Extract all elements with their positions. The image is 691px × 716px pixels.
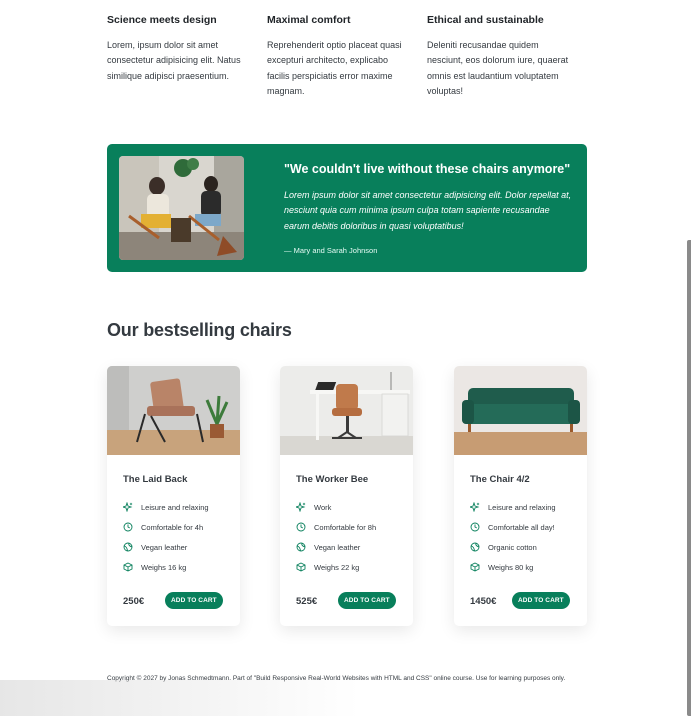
leaf-globe-icon bbox=[470, 542, 480, 552]
product-price: 250€ bbox=[123, 596, 145, 607]
attribute-text: Leisure and relaxing bbox=[488, 502, 556, 512]
testimonial-title: "We couldn't live without these chairs a… bbox=[284, 162, 571, 176]
feature-ethical: Ethical and sustainable Deleniti recusan… bbox=[427, 14, 587, 100]
list-item: Comfortable for 4h bbox=[123, 517, 209, 537]
clock-icon bbox=[470, 522, 480, 532]
list-item: Leisure and relaxing bbox=[123, 497, 209, 517]
product-attributes: Work Comfortable for 8h Vegan leather We… bbox=[296, 497, 376, 577]
product-image bbox=[280, 366, 413, 455]
scrollbar[interactable] bbox=[687, 240, 691, 716]
attribute-text: Organic cotton bbox=[488, 542, 537, 552]
product-name: The Laid Back bbox=[123, 474, 188, 485]
feature-text: Lorem, ipsum dolor sit amet consectetur … bbox=[107, 39, 241, 81]
feature-text: Deleniti recusandae quidem nesciunt, eos… bbox=[427, 39, 569, 97]
feature-comfort: Maximal comfort Reprehenderit optio plac… bbox=[267, 14, 427, 100]
product-price: 525€ bbox=[296, 596, 318, 607]
product-attributes: Leisure and relaxing Comfortable for 4h … bbox=[123, 497, 209, 577]
product-image bbox=[107, 366, 240, 455]
list-item: Organic cotton bbox=[470, 537, 556, 557]
list-item: Comfortable for 8h bbox=[296, 517, 376, 537]
testimonial-author: — Mary and Sarah Johnson bbox=[284, 246, 378, 255]
list-item: Weighs 22 kg bbox=[296, 557, 376, 577]
product-name: The Chair 4/2 bbox=[470, 474, 530, 485]
cube-icon bbox=[296, 562, 306, 572]
attribute-text: Work bbox=[314, 502, 332, 512]
feature-title: Maximal comfort bbox=[267, 14, 351, 26]
product-image bbox=[454, 366, 587, 455]
attribute-text: Weighs 80 kg bbox=[488, 562, 534, 572]
list-item: Weighs 16 kg bbox=[123, 557, 209, 577]
list-item: Work bbox=[296, 497, 376, 517]
feature-science: Science meets design Lorem, ipsum dolor … bbox=[107, 14, 267, 100]
add-to-cart-button[interactable]: ADD TO CART bbox=[338, 592, 396, 609]
clock-icon bbox=[296, 522, 306, 532]
cube-icon bbox=[123, 562, 133, 572]
product-grid: The Laid Back Leisure and relaxing Comfo… bbox=[107, 366, 587, 626]
attribute-text: Comfortable all day! bbox=[488, 522, 555, 532]
features-section: Science meets design Lorem, ipsum dolor … bbox=[107, 14, 587, 100]
attribute-text: Weighs 16 kg bbox=[141, 562, 187, 572]
sparkles-icon bbox=[296, 502, 306, 512]
attribute-text: Comfortable for 8h bbox=[314, 522, 377, 532]
add-to-cart-button[interactable]: ADD TO CART bbox=[165, 592, 223, 609]
add-to-cart-button[interactable]: ADD TO CART bbox=[512, 592, 570, 609]
product-card[interactable]: The Chair 4/2 Leisure and relaxing Comfo… bbox=[454, 366, 587, 626]
testimonial-box: "We couldn't live without these chairs a… bbox=[107, 144, 587, 272]
product-attributes: Leisure and relaxing Comfortable all day… bbox=[470, 497, 556, 577]
testimonial-text: Lorem ipsum dolor sit amet consectetur a… bbox=[284, 190, 572, 231]
list-item: Vegan leather bbox=[296, 537, 376, 557]
attribute-text: Weighs 22 kg bbox=[314, 562, 360, 572]
product-card[interactable]: The Worker Bee Work Comfortable for 8h V… bbox=[280, 366, 413, 626]
feature-title: Ethical and sustainable bbox=[427, 14, 544, 26]
product-price: 1450€ bbox=[470, 596, 497, 607]
product-card[interactable]: The Laid Back Leisure and relaxing Comfo… bbox=[107, 366, 240, 626]
attribute-text: Vegan leather bbox=[141, 542, 188, 552]
leaf-globe-icon bbox=[296, 542, 306, 552]
feature-text: Reprehenderit optio placeat quasi except… bbox=[267, 39, 402, 97]
testimonial-photo bbox=[119, 156, 244, 260]
list-item: Weighs 80 kg bbox=[470, 557, 556, 577]
bottom-shadow bbox=[0, 680, 360, 716]
list-item: Vegan leather bbox=[123, 537, 209, 557]
cube-icon bbox=[470, 562, 480, 572]
sparkles-icon bbox=[470, 502, 480, 512]
section-title: Our bestselling chairs bbox=[107, 320, 292, 340]
product-name: The Worker Bee bbox=[296, 474, 369, 485]
sparkles-icon bbox=[123, 502, 133, 512]
list-item: Comfortable all day! bbox=[470, 517, 556, 537]
leaf-globe-icon bbox=[123, 542, 133, 552]
attribute-text: Comfortable for 4h bbox=[141, 522, 204, 532]
attribute-text: Vegan leather bbox=[314, 542, 361, 552]
attribute-text: Leisure and relaxing bbox=[141, 502, 209, 512]
list-item: Leisure and relaxing bbox=[470, 497, 556, 517]
clock-icon bbox=[123, 522, 133, 532]
feature-title: Science meets design bbox=[107, 14, 217, 26]
